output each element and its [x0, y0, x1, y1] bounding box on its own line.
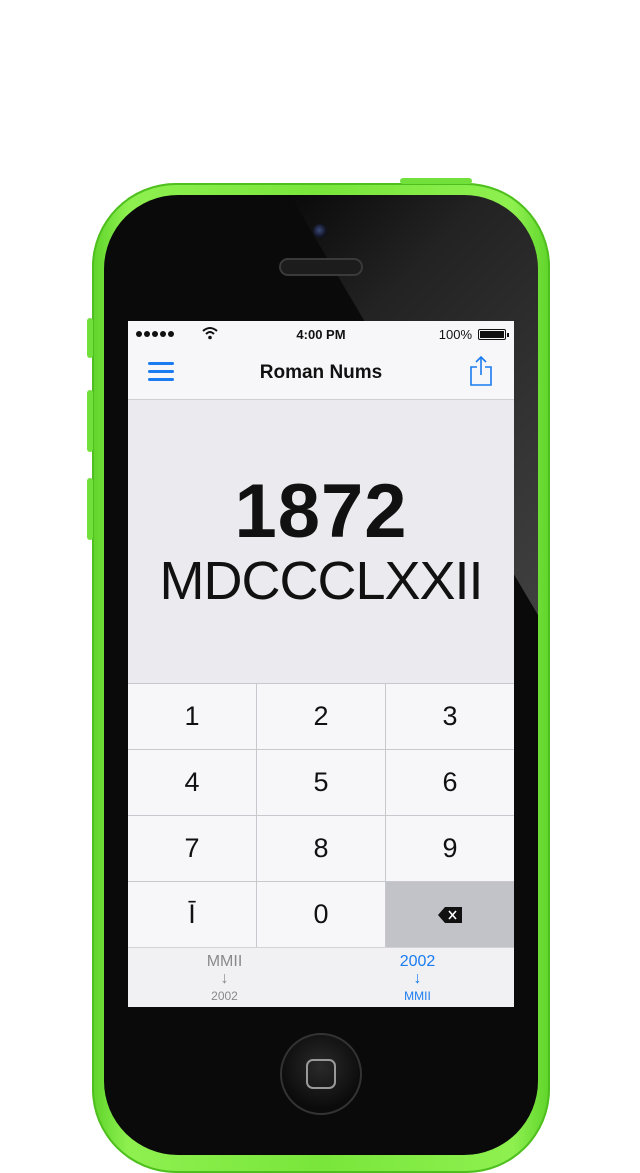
page-title: Roman Nums [259, 362, 383, 383]
status-bar: 4:00 PM 100% [128, 321, 514, 347]
home-button[interactable] [280, 1033, 362, 1115]
backspace-icon [438, 906, 462, 923]
home-square-icon [306, 1059, 336, 1089]
key-2[interactable]: 2 [257, 684, 385, 749]
key-9[interactable]: 9 [386, 816, 514, 881]
app-screen: 4:00 PM 100% Roman Nums 1872 MDCCCLXXII … [128, 321, 514, 1007]
backspace-button[interactable] [386, 882, 514, 947]
earpiece-speaker [279, 258, 363, 276]
key-8[interactable]: 8 [257, 816, 385, 881]
result-display: 1872 MDCCCLXXII [128, 400, 514, 683]
down-arrow-icon: ↓ [413, 970, 422, 987]
key-3[interactable]: 3 [386, 684, 514, 749]
tab-arabic-to-roman-bottom: MMII [404, 989, 431, 1003]
battery-percent: 100% [438, 327, 472, 342]
arabic-number: 1872 [234, 469, 408, 554]
roman-numeral: MDCCCLXXII [159, 551, 483, 611]
tab-arabic-to-roman[interactable]: 2002 ↓ MMII [321, 953, 514, 1003]
volume-up-button [87, 390, 93, 452]
key-7[interactable]: 7 [128, 816, 256, 881]
key-4[interactable]: 4 [128, 750, 256, 815]
navigation-bar: Roman Nums [128, 347, 514, 400]
tab-arabic-to-roman-top: 2002 [399, 953, 436, 970]
key-0[interactable]: 0 [257, 882, 385, 947]
tab-roman-to-arabic-bottom: 2002 [211, 989, 238, 1003]
down-arrow-icon: ↓ [220, 970, 229, 987]
key-6[interactable]: 6 [386, 750, 514, 815]
battery-icon [478, 329, 509, 340]
mute-switch [87, 318, 93, 358]
tab-roman-to-arabic-top: MMII [206, 953, 243, 970]
tab-roman-to-arabic[interactable]: MMII ↓ 2002 [128, 953, 321, 1003]
key-5[interactable]: 5 [257, 750, 385, 815]
keypad: 1 2 3 4 5 6 7 8 9 Ī 0 [128, 683, 514, 947]
top-button [400, 178, 472, 184]
front-camera [313, 224, 327, 238]
volume-down-button [87, 478, 93, 540]
share-icon[interactable] [468, 355, 494, 387]
key-1[interactable]: 1 [128, 684, 256, 749]
key-vinculum[interactable]: Ī [128, 882, 256, 947]
mode-tab-bar: MMII ↓ 2002 2002 ↓ MMII [128, 947, 514, 1007]
